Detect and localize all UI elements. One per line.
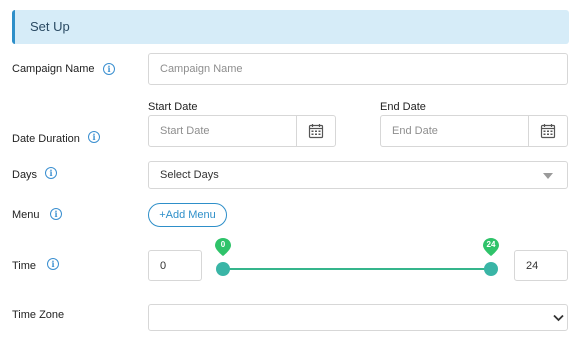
time-max-input[interactable]: 24 <box>514 250 568 281</box>
campaign-name-placeholder: Campaign Name <box>160 63 243 75</box>
calendar-icon <box>308 124 324 139</box>
info-icon[interactable]: i <box>103 63 115 75</box>
date-duration-label: Date Duration <box>12 133 80 145</box>
end-date-calendar-button[interactable] <box>528 115 568 147</box>
section-title: Set Up <box>30 19 70 34</box>
end-date-input[interactable]: End Date <box>380 115 529 147</box>
time-slider-max-handle[interactable] <box>484 262 498 276</box>
campaign-name-label: Campaign Name <box>12 63 95 75</box>
time-min-value: 0 <box>160 259 167 272</box>
menu-label: Menu <box>12 209 40 221</box>
start-date-calendar-button[interactable] <box>296 115 336 147</box>
time-zone-select[interactable] <box>148 304 568 331</box>
time-min-input[interactable]: 0 <box>148 250 202 281</box>
time-label: Time <box>12 260 37 272</box>
days-select-value: Select Days <box>160 169 219 181</box>
start-date-label: Start Date <box>148 101 198 113</box>
caret-down-icon <box>543 173 553 179</box>
slider-min-bubble-text: 0 <box>220 240 226 249</box>
slider-min-bubble: 0 <box>215 238 231 256</box>
end-date-placeholder: End Date <box>392 125 438 137</box>
start-date-placeholder: Start Date <box>160 125 210 137</box>
chevron-down-icon <box>553 314 564 322</box>
time-max-value: 24 <box>526 259 539 272</box>
days-label: Days <box>12 169 38 181</box>
add-menu-button[interactable]: +Add Menu <box>148 203 227 227</box>
slider-max-bubble: 24 <box>483 238 499 256</box>
time-slider-min-handle[interactable] <box>216 262 230 276</box>
info-icon[interactable]: i <box>88 131 100 143</box>
info-icon[interactable]: i <box>50 208 62 220</box>
time-zone-label: Time Zone <box>12 309 65 321</box>
info-icon[interactable]: i <box>47 258 59 270</box>
days-select[interactable]: Select Days <box>148 161 568 189</box>
start-date-input[interactable]: Start Date <box>148 115 297 147</box>
section-header: Set Up <box>12 10 569 44</box>
campaign-name-input[interactable]: Campaign Name <box>148 53 568 85</box>
slider-max-bubble-text: 24 <box>486 240 496 249</box>
end-date-label: End Date <box>380 101 426 113</box>
calendar-icon <box>540 124 556 139</box>
time-slider-track[interactable] <box>223 268 491 270</box>
info-icon[interactable]: i <box>45 167 57 179</box>
